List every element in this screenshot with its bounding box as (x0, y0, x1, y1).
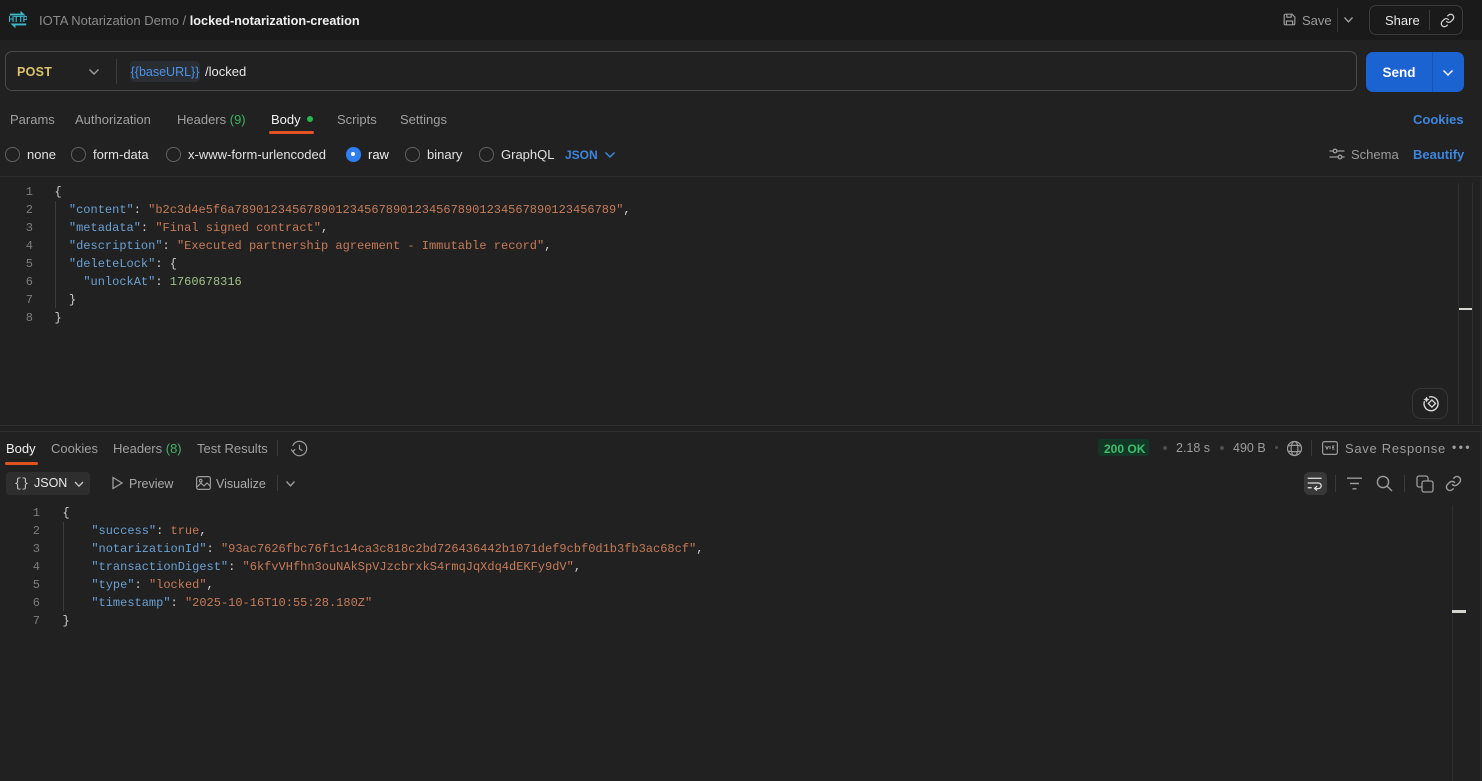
svg-text:HTTP: HTTP (9, 15, 27, 24)
